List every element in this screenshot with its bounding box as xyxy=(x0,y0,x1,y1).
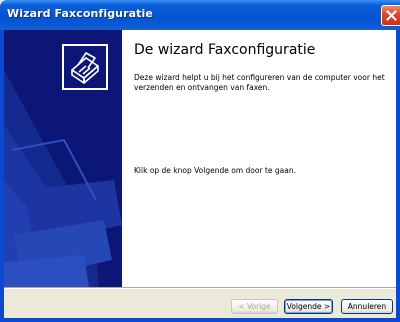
wizard-heading: De wizard Faxconfiguratie xyxy=(134,42,316,58)
close-button[interactable] xyxy=(381,5,400,26)
close-icon xyxy=(386,10,397,21)
fax-wizard-window: Wizard Faxconfiguratie De wizard Faxconf… xyxy=(0,0,400,322)
fax-logo-box xyxy=(62,44,108,90)
wizard-content: De wizard Faxconfiguratie Deze wizard he… xyxy=(122,30,396,287)
button-separator xyxy=(4,287,396,289)
wizard-instruction: Klik op de knop Volgende om door te gaan… xyxy=(134,166,296,175)
window-frame-right xyxy=(396,30,400,322)
title-bar[interactable]: Wizard Faxconfiguratie xyxy=(0,0,400,30)
wizard-description: Deze wizard helpt u bij het configureren… xyxy=(134,73,385,92)
window-frame-bottom xyxy=(0,318,400,322)
next-button[interactable]: Volgende > xyxy=(284,299,333,314)
cancel-button[interactable]: Annuleren xyxy=(341,299,393,314)
back-button[interactable]: < Vorige xyxy=(231,299,278,314)
window-title: Wizard Faxconfiguratie xyxy=(7,7,153,20)
fax-machine-icon xyxy=(71,52,99,84)
wizard-side-panel xyxy=(4,30,122,287)
